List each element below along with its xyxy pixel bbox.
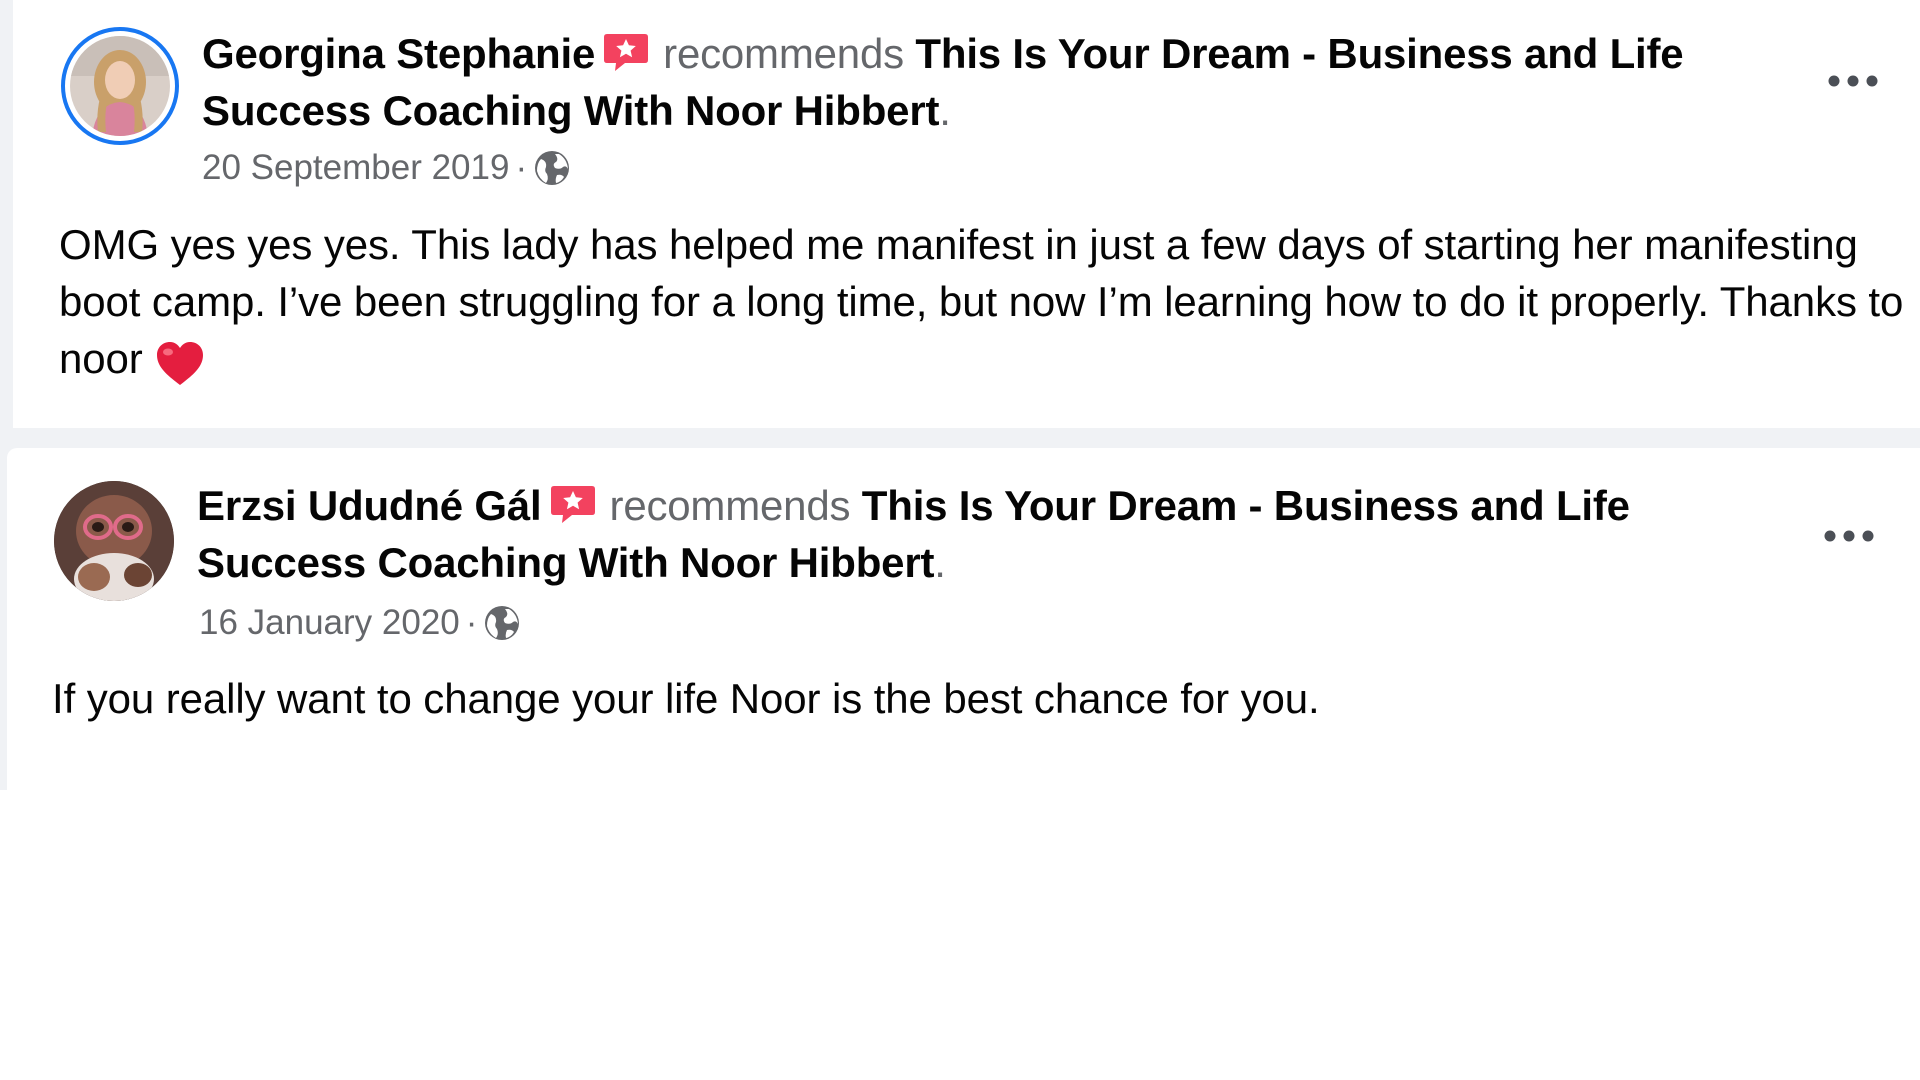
header-period: . — [939, 87, 951, 134]
author-name-link[interactable]: Erzsi Ududné Gál — [197, 482, 542, 529]
author-name-link[interactable]: Georgina Stephanie — [202, 30, 595, 77]
post-date-link[interactable]: 16 January 2020 — [199, 603, 460, 643]
post-meta: 16 January 2020 · — [199, 603, 521, 643]
post-header: Erzsi Ududné Gál recommends This Is Your … — [197, 477, 1757, 591]
header-period: . — [934, 539, 946, 586]
meta-separator: · — [465, 603, 478, 642]
recommendations-feed: Georgina Stephanie recommends This Is You… — [0, 0, 1920, 790]
post-header: Georgina Stephanie recommends This Is You… — [202, 25, 1762, 139]
globe-icon[interactable] — [483, 604, 521, 642]
recommendation-star-icon — [550, 481, 596, 523]
post-body: If you really want to change your life N… — [52, 670, 1912, 727]
recommendation-post: Erzsi Ududné Gál recommends This Is Your … — [7, 448, 1920, 790]
recommends-label: recommends — [609, 482, 851, 529]
post-text: OMG yes yes yes. This lady has helped me… — [59, 221, 1904, 382]
avatar[interactable] — [54, 481, 174, 601]
post-meta: 20 September 2019 · — [202, 148, 571, 188]
recommendation-star-icon — [603, 29, 649, 71]
post-date-link[interactable]: 20 September 2019 — [202, 148, 509, 188]
post-text: If you really want to change your life N… — [52, 675, 1320, 722]
avatar-photo — [54, 481, 174, 601]
globe-icon[interactable] — [533, 149, 571, 187]
avatar-photo — [70, 36, 170, 136]
recommends-label: recommends — [663, 30, 904, 77]
meta-separator: · — [515, 148, 528, 187]
red-heart-icon — [155, 341, 205, 387]
more-options-icon[interactable] — [1820, 526, 1878, 546]
avatar[interactable] — [70, 36, 170, 136]
post-body: OMG yes yes yes. This lady has helped me… — [59, 216, 1919, 387]
more-options-icon[interactable] — [1824, 71, 1882, 91]
recommendation-post: Georgina Stephanie recommends This Is You… — [13, 0, 1920, 428]
